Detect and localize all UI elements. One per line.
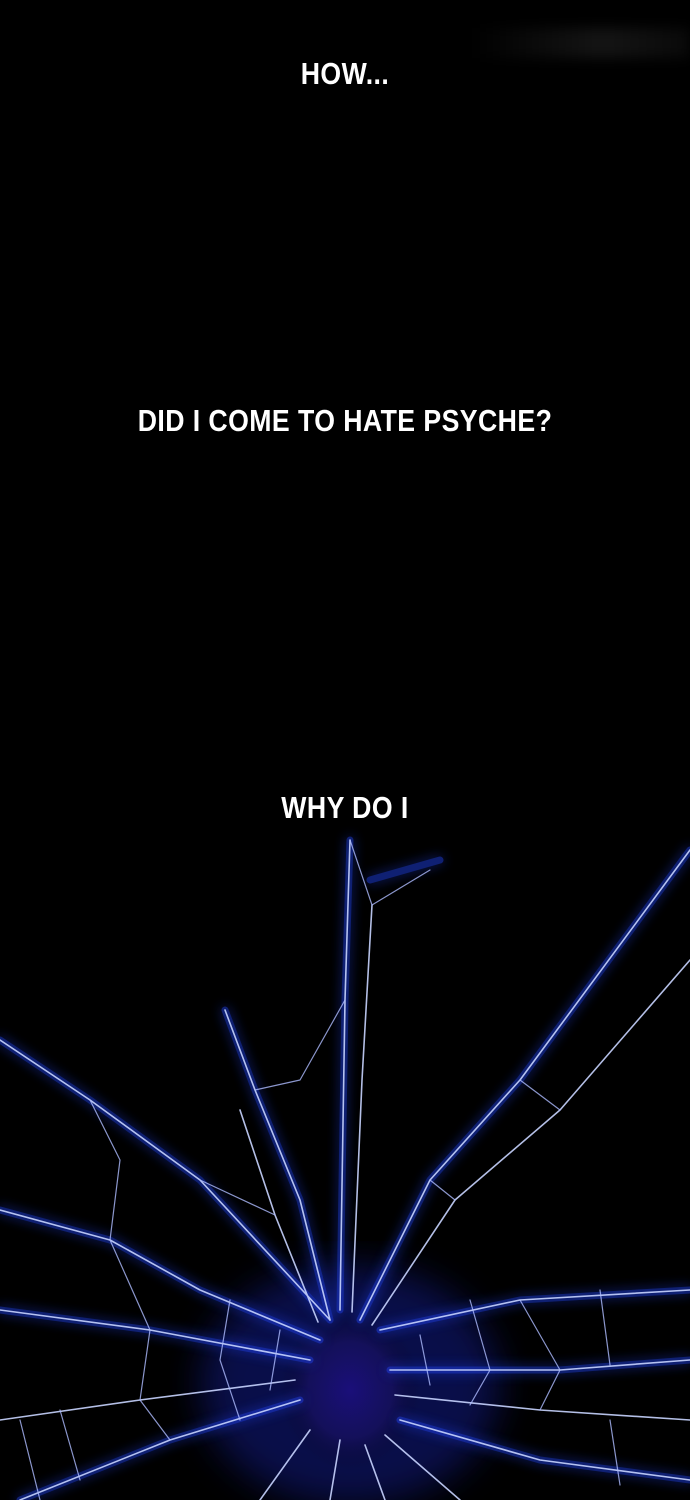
comic-panel: HOW... DID I COME TO HATE PSYCHE? WHY DO…	[0, 0, 690, 1500]
shattered-glass-art	[0, 836, 690, 1500]
impact-glow	[200, 1265, 500, 1500]
